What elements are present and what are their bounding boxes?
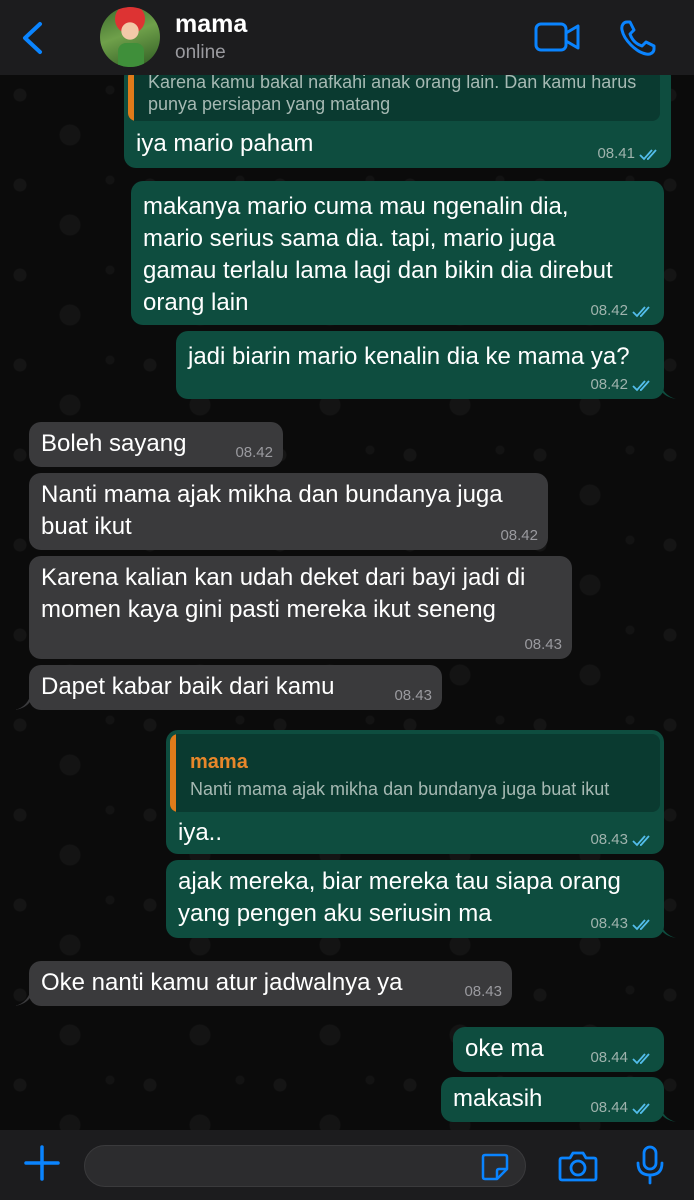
message-meta: 08.42: [590, 303, 654, 319]
video-call-button[interactable]: [534, 20, 580, 54]
back-button[interactable]: [14, 18, 54, 58]
message-text: makanya mario cuma mau ngenalin dia, mar…: [143, 193, 613, 316]
message-meta: 08.42: [500, 528, 538, 544]
double-check-icon: [632, 306, 650, 318]
sticker-icon: [481, 1153, 509, 1181]
message-bubble[interactable]: oke ma 08.44: [453, 1027, 664, 1072]
contact-name[interactable]: mama: [175, 10, 247, 39]
message-time: 08.42: [500, 527, 538, 544]
plus-icon: [24, 1145, 60, 1181]
quoted-text: Karena kamu bakal nafkahi anak orang lai…: [148, 75, 637, 114]
message-time: 08.43: [394, 687, 432, 704]
contact-status: online: [175, 42, 226, 63]
double-check-icon: [632, 835, 650, 847]
message-bubble[interactable]: ajak mereka, biar mereka tau siapa orang…: [166, 860, 664, 938]
message-meta: 08.43: [464, 984, 502, 1000]
message-bubble[interactable]: Karena kalian kan udah deket dari bayi j…: [29, 556, 572, 659]
message-text: jadi biarin mario kenalin dia ke mama ya…: [188, 343, 630, 370]
message-meta: 08.43: [394, 688, 432, 704]
camera-button[interactable]: [558, 1149, 598, 1183]
voice-call-button[interactable]: [618, 18, 658, 58]
bubble-tail: [15, 988, 31, 1006]
message-time: 08.41: [597, 145, 635, 162]
message-meta: 08.43: [524, 637, 562, 653]
attach-button[interactable]: [22, 1143, 62, 1183]
sticker-button[interactable]: [480, 1152, 510, 1182]
message-bubble[interactable]: makanya mario cuma mau ngenalin dia, mar…: [131, 181, 664, 325]
message-bubble[interactable]: mama Nanti mama ajak mikha dan bundanya …: [166, 730, 664, 854]
message-time: 08.42: [590, 302, 628, 319]
message-time: 08.44: [590, 1049, 628, 1066]
chat-header: mama online: [0, 0, 694, 75]
message-time: 08.42: [235, 444, 273, 461]
message-time: 08.43: [524, 636, 562, 653]
quoted-message[interactable]: mama Nanti mama ajak mikha dan bundanya …: [170, 734, 660, 812]
message-bubble[interactable]: Oke nanti kamu atur jadwalnya ya 08.43: [29, 961, 512, 1006]
phone-icon: [620, 20, 656, 56]
double-check-icon: [632, 380, 650, 392]
bubble-tail: [660, 920, 676, 938]
message-time: 08.42: [590, 376, 628, 393]
message-time: 08.43: [590, 915, 628, 932]
microphone-icon: [636, 1145, 664, 1185]
bubble-tail: [660, 1104, 676, 1122]
message-input[interactable]: [84, 1145, 526, 1187]
message-meta: 08.42: [235, 445, 273, 461]
message-bubble[interactable]: Boleh sayang 08.42: [29, 422, 283, 467]
message-meta: 08.44: [590, 1050, 654, 1066]
message-meta: 08.43: [590, 916, 654, 932]
chevron-left-icon: [23, 22, 42, 54]
bubble-tail: [15, 692, 31, 710]
message-text: Dapet kabar baik dari kamu: [41, 673, 335, 700]
message-meta: 08.43: [590, 832, 654, 848]
message-meta: 08.44: [590, 1100, 654, 1116]
camera-icon: [558, 1151, 598, 1182]
message-meta: 08.42: [590, 377, 654, 393]
double-check-icon: [632, 1053, 650, 1065]
message-time: 08.43: [590, 831, 628, 848]
message-text: iya mario paham: [136, 130, 314, 157]
voice-record-button[interactable]: [634, 1145, 666, 1185]
message-bubble[interactable]: Dapet kabar baik dari kamu 08.43: [29, 665, 442, 710]
quoted-text: Nanti mama ajak mikha dan bundanya juga …: [190, 779, 610, 799]
video-camera-icon: [534, 22, 580, 52]
double-check-icon: [632, 1103, 650, 1115]
message-text: Karena kalian kan udah deket dari bayi j…: [41, 564, 526, 623]
message-bubble[interactable]: makasih 08.44: [441, 1077, 664, 1122]
avatar[interactable]: [100, 7, 160, 67]
message-text: Oke nanti kamu atur jadwalnya ya: [41, 969, 403, 996]
message-text: Nanti mama ajak mikha dan bundanya juga …: [41, 481, 503, 540]
double-check-icon: [639, 149, 657, 161]
message-bubble[interactable]: jadi biarin mario kenalin dia ke mama ya…: [176, 331, 664, 399]
quoted-author: mama: [190, 751, 248, 773]
message-text: ajak mereka, biar mereka tau siapa orang…: [178, 868, 621, 927]
quoted-message[interactable]: Karena kamu bakal nafkahi anak orang lai…: [128, 75, 660, 121]
double-check-icon: [632, 919, 650, 931]
message-time: 08.43: [464, 983, 502, 1000]
message-time: 08.44: [590, 1099, 628, 1116]
message-text: iya..: [178, 819, 223, 846]
message-meta: 08.41: [597, 146, 661, 162]
message-bubble[interactable]: Nanti mama ajak mikha dan bundanya juga …: [29, 473, 548, 550]
composer-bar: [0, 1130, 694, 1200]
chat-area[interactable]: Karena kamu bakal nafkahi anak orang lai…: [0, 75, 694, 1130]
message-bubble[interactable]: Karena kamu bakal nafkahi anak orang lai…: [124, 75, 671, 168]
bubble-tail: [660, 381, 676, 399]
